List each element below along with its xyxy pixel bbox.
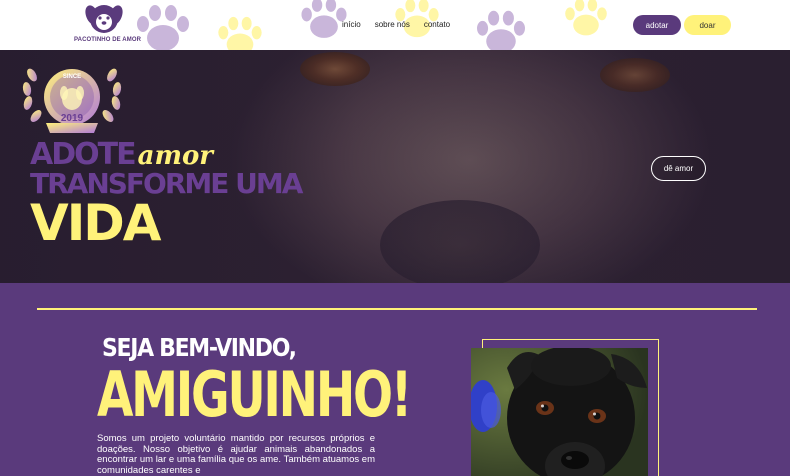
nav-item-sobre-nos[interactable]: sobre nós [375,20,410,29]
welcome-description: Somos um projeto voluntário mantido por … [97,433,375,476]
nav-item-inicio[interactable]: início [342,20,361,29]
dog-photo [471,348,648,476]
hero-vida-text: VIDA [30,194,161,252]
hero-adote-text: ADOTE [30,137,137,172]
dog-logo-icon [85,5,123,33]
badge-year-text: 2019 [61,113,84,124]
hero-amor-text: amor [137,141,213,171]
laurel-badge-icon: SINCE 2019 [22,68,122,133]
logo-text: PACOTINHO DE AMOR [74,37,142,43]
section-divider [37,308,757,310]
adotar-button[interactable]: adotar [633,15,681,35]
nav-item-contato[interactable]: contato [424,20,450,29]
hero-headline-line1: ADOTE amor [30,140,213,170]
paw-icon [565,0,607,36]
paw-icon [218,16,262,50]
paw-icon [477,10,525,50]
welcome-title: AMIGUINHO! [97,358,412,431]
site-logo[interactable]: PACOTINHO DE AMOR [74,3,142,47]
main-nav: início sobre nós contato [342,20,450,29]
badge-since-text: SINCE [63,74,81,80]
de-amor-button[interactable]: dê amor [651,156,706,181]
doar-button[interactable]: doar [684,15,731,35]
black-dog-image [471,348,648,476]
paw-icon [137,5,189,50]
site-header: PACOTINHO DE AMOR início sobre nós conta… [0,0,790,50]
